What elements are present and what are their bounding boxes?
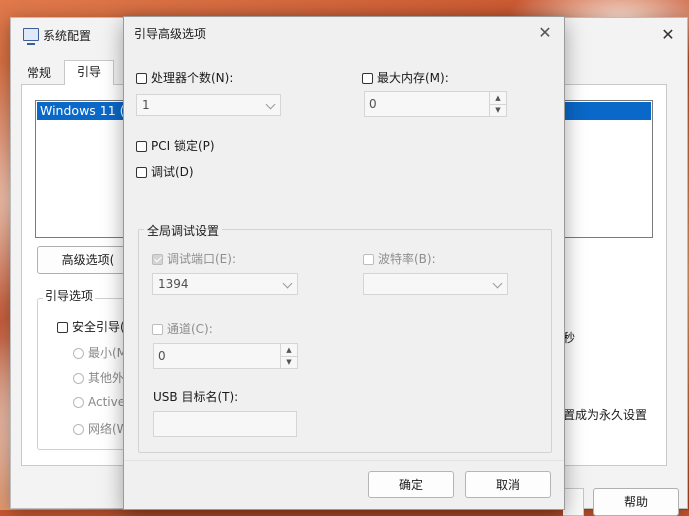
- max-memory-check-icon: [362, 73, 373, 84]
- ok-button[interactable]: 确定: [368, 471, 454, 498]
- dialog-footer: 确定 取消: [124, 460, 564, 509]
- debug-port-value: 1394: [158, 277, 189, 291]
- pci-lock-check-icon: [136, 141, 147, 152]
- debug-label: 调试(D): [151, 165, 194, 179]
- num-processors-value: 1: [142, 98, 150, 112]
- num-processors-combo[interactable]: 1: [136, 94, 281, 116]
- dialog-titlebar[interactable]: 引导高级选项 ✕: [124, 17, 564, 49]
- max-memory-label: 最大内存(M):: [377, 71, 449, 85]
- boot-options-group-label: 引导选项: [43, 287, 96, 304]
- sysconfig-title: 系统配置: [43, 29, 92, 43]
- system-configuration-app-icon: [23, 28, 39, 45]
- max-memory-spinner[interactable]: 0 ▲ ▼: [364, 91, 507, 117]
- debug-port-label: 调试端口(E):: [167, 252, 236, 266]
- apply-button-edge[interactable]: [563, 488, 584, 516]
- baud-rate-checkbox[interactable]: 波特率(B):: [363, 250, 436, 267]
- dialog-title: 引导高级选项: [134, 27, 207, 41]
- spin-down-icon[interactable]: ▼: [281, 356, 297, 368]
- safe-boot-check-icon: [57, 322, 68, 333]
- radio-active-directory-label: Active: [88, 395, 126, 409]
- safe-boot-checkbox[interactable]: 安全引导(: [57, 318, 125, 335]
- max-memory-value: 0: [369, 97, 377, 111]
- num-processors-label: 处理器个数(N):: [151, 71, 234, 85]
- radio-active-directory[interactable]: Active: [73, 395, 125, 409]
- cancel-button[interactable]: 取消: [465, 471, 551, 498]
- radio-active-directory-icon: [73, 397, 84, 408]
- boot-advanced-options-dialog: 引导高级选项 ✕ 处理器个数(N): 1 最大内存(M): 0 ▲ ▼ PCI …: [123, 16, 565, 510]
- radio-other-shell[interactable]: 其他外: [73, 369, 124, 386]
- channel-check-icon: [152, 324, 163, 335]
- debug-check-icon: [136, 167, 147, 178]
- pci-lock-label: PCI 锁定(P): [151, 139, 215, 153]
- radio-network[interactable]: 网络(W: [73, 420, 129, 437]
- baud-rate-label: 波特率(B):: [378, 252, 436, 266]
- num-processors-checkbox[interactable]: 处理器个数(N):: [136, 69, 233, 86]
- radio-network-icon: [73, 424, 84, 435]
- channel-spinner[interactable]: 0 ▲ ▼: [153, 343, 298, 369]
- radio-minimal-icon: [73, 348, 84, 359]
- channel-value: 0: [158, 349, 166, 363]
- debug-checkbox[interactable]: 调试(D): [136, 163, 194, 180]
- debug-port-checkbox[interactable]: 调试端口(E):: [152, 250, 236, 267]
- pci-lock-checkbox[interactable]: PCI 锁定(P): [136, 137, 215, 154]
- make-permanent-label: 置成为永久设置: [563, 408, 648, 422]
- radio-other-shell-label: 其他外: [88, 371, 125, 385]
- radio-minimal[interactable]: 最小(M: [73, 344, 127, 361]
- usb-target-label: USB 目标名(T):: [153, 390, 239, 404]
- num-processors-check-icon: [136, 73, 147, 84]
- safe-boot-label: 安全引导(: [72, 320, 125, 334]
- radio-other-shell-icon: [73, 373, 84, 384]
- tab-boot[interactable]: 引导: [64, 60, 114, 85]
- tab-general[interactable]: 常规: [21, 62, 57, 84]
- global-debug-settings-label: 全局调试设置: [144, 222, 223, 239]
- chevron-down-icon: [282, 278, 293, 289]
- sysconfig-close-icon[interactable]: ✕: [657, 25, 679, 45]
- dialog-close-icon[interactable]: ✕: [534, 23, 556, 43]
- channel-label: 通道(C):: [167, 322, 213, 336]
- help-button[interactable]: 帮助: [593, 488, 679, 516]
- baud-rate-check-icon: [363, 254, 374, 265]
- max-memory-checkbox[interactable]: 最大内存(M):: [362, 69, 449, 86]
- spin-down-icon[interactable]: ▼: [490, 104, 506, 116]
- baud-rate-combo[interactable]: [363, 273, 508, 295]
- radio-minimal-label: 最小(M: [88, 346, 128, 360]
- debug-port-check-icon: [152, 254, 163, 265]
- chevron-down-icon: [492, 278, 503, 289]
- chevron-down-icon: [265, 99, 276, 110]
- channel-checkbox[interactable]: 通道(C):: [152, 320, 213, 337]
- usb-target-input[interactable]: [153, 411, 297, 437]
- debug-port-combo[interactable]: 1394: [152, 273, 298, 295]
